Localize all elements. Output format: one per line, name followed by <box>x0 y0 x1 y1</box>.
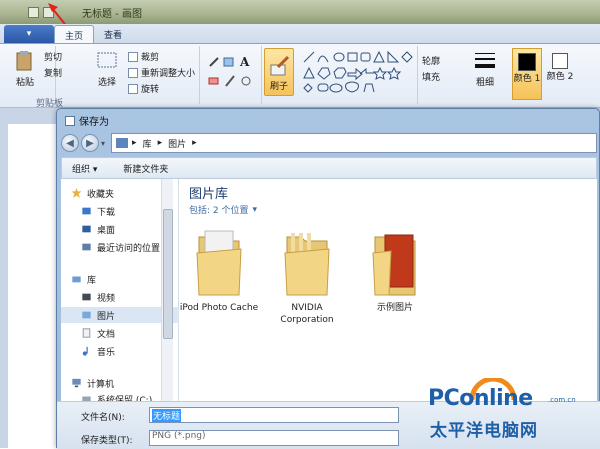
recent-pages-dropdown[interactable]: ▾ <box>101 139 105 148</box>
desktop-icon <box>82 225 91 233</box>
back-arrow-icon: ◀ <box>66 137 74 149</box>
svg-text:A: A <box>239 56 250 69</box>
folder-item[interactable]: iPod Photo Cache <box>179 223 259 314</box>
pconline-logo: PConline .com.cn 太平洋电脑网 <box>424 378 594 444</box>
computer-icon <box>72 378 81 388</box>
fill-button[interactable]: 填充 <box>422 70 440 83</box>
folder-item[interactable]: NVIDIA Corporation <box>267 223 347 326</box>
select-icon <box>97 52 117 68</box>
select-label: 选择 <box>97 78 116 88</box>
save-icon[interactable] <box>28 6 39 18</box>
folder-icon <box>372 234 416 296</box>
size-button[interactable]: 粗细 <box>474 50 496 88</box>
recent-places-icon <box>82 243 91 251</box>
new-folder-button[interactable]: 新建文件夹 <box>123 162 168 175</box>
downloads-icon <box>82 207 91 215</box>
clipboard-group: 粘贴 剪切 复制 剪贴板 <box>0 46 63 109</box>
crop-icon <box>128 51 138 62</box>
folder-icon <box>196 230 242 296</box>
back-button[interactable]: ◀ <box>61 134 79 152</box>
color2-swatch <box>552 53 568 69</box>
logo-domain: .com.cn <box>548 396 576 404</box>
rotate-icon <box>128 83 138 94</box>
select-button[interactable]: 选择 <box>96 50 118 88</box>
scrollbar-thumb[interactable] <box>163 209 173 339</box>
logo-brand: PConline <box>428 386 533 411</box>
folder-item[interactable]: 示例图片 <box>355 223 435 314</box>
file-list: 图片库 包括: 2 个位置 ▾ iPod Photo Cache NVIDIA … <box>179 179 597 401</box>
library-title: 图片库 <box>189 187 229 202</box>
star-icon <box>71 188 82 198</box>
rotate-button[interactable]: 旋转 <box>128 82 159 95</box>
brush-icon <box>270 55 290 76</box>
dialog-title: 保存为 <box>65 113 109 128</box>
window-title: 无标题 - 画图 <box>82 8 142 20</box>
filename-field[interactable]: 无标题 <box>149 407 399 423</box>
resize-button[interactable]: 重新调整大小 <box>128 66 195 79</box>
library-locations[interactable]: 包括: 2 个位置 ▾ <box>189 203 257 217</box>
paint-menu-button[interactable]: ▾ <box>4 25 54 43</box>
organize-button[interactable]: 组织 ▾ <box>72 162 97 175</box>
library-icon <box>116 138 129 148</box>
paste-label: 粘贴 <box>15 78 34 88</box>
command-bar: 组织 ▾ 新建文件夹 <box>61 157 597 179</box>
crop-button[interactable]: 裁剪 <box>128 50 159 63</box>
tab-home[interactable]: 主页 <box>54 25 95 43</box>
filetype-select[interactable]: PNG (*.png) <box>149 430 399 446</box>
tools-icons: A <box>208 56 251 87</box>
resize-icon <box>128 67 138 78</box>
brush-button[interactable]: 刷子 <box>264 48 294 96</box>
outline-button[interactable]: 轮廓 <box>422 54 440 67</box>
filetype-label: 保存类型(T): <box>81 436 133 446</box>
forward-button[interactable]: ▶ <box>81 134 99 152</box>
line-size-icon <box>475 53 495 68</box>
forward-arrow-icon: ▶ <box>86 137 94 149</box>
video-icon <box>82 293 91 301</box>
library-icon <box>72 276 81 283</box>
color1-swatch <box>518 53 536 71</box>
pictures-icon <box>82 311 91 319</box>
music-icon <box>82 346 88 356</box>
tools-group: A <box>200 46 262 104</box>
filename-label: 文件名(N): <box>81 413 125 423</box>
color2-button[interactable]: 颜色 2 <box>546 48 574 100</box>
color1-button[interactable]: 颜色 1 <box>512 48 542 100</box>
documents-icon <box>82 328 91 338</box>
paint-canvas[interactable] <box>8 124 60 448</box>
shapes-group <box>300 46 418 104</box>
paste-button[interactable]: 粘贴 <box>14 50 36 88</box>
shapes-gallery[interactable] <box>302 50 414 94</box>
nav-pane-scrollbar[interactable] <box>161 179 173 401</box>
paint-app-icon <box>65 115 75 126</box>
breadcrumb-library[interactable]: 库 <box>143 137 152 150</box>
paste-icon <box>16 51 32 71</box>
breadcrumb-pictures[interactable]: 图片 <box>168 137 186 150</box>
cut-button[interactable]: 剪切 <box>44 50 62 63</box>
copy-button[interactable]: 复制 <box>44 66 62 79</box>
logo-chinese: 太平洋电脑网 <box>430 421 538 441</box>
address-bar[interactable]: ▸ 库 ▸ 图片 ▸ <box>111 133 597 153</box>
navigation-row: ◀ ▶ ▾ ▸ 库 ▸ 图片 ▸ <box>61 131 597 155</box>
folder-icon <box>284 233 330 296</box>
tab-view[interactable]: 查看 <box>94 25 132 43</box>
title-bar: 无标题 - 画图 <box>0 0 600 24</box>
size-label: 粗细 <box>475 78 494 88</box>
ribbon-tabs: ▾ 主页 查看 <box>0 24 600 44</box>
ribbon: 粘贴 剪切 复制 剪贴板 选择 裁剪 重新调整大小 旋转 A 刷子 轮廓 填充 … <box>0 44 600 109</box>
image-group: 选择 裁剪 重新调整大小 旋转 <box>90 46 200 104</box>
